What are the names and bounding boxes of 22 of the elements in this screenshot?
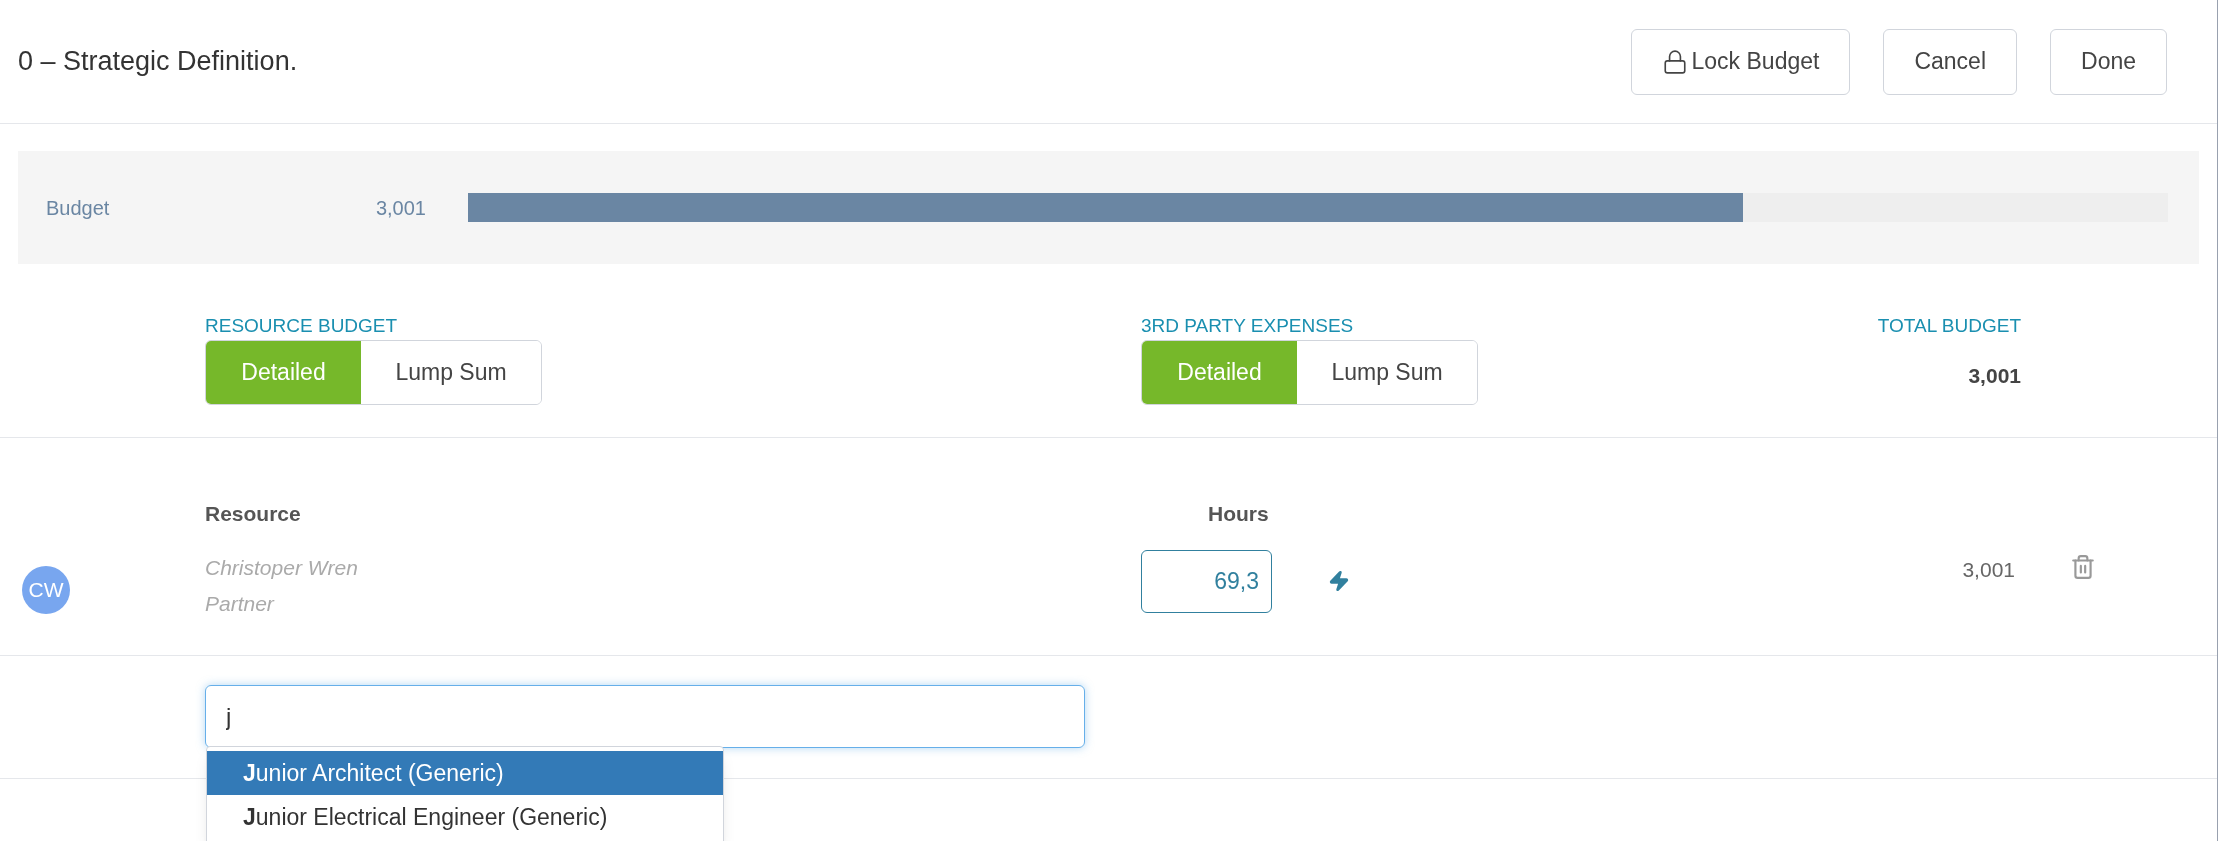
lock-budget-button[interactable]: Lock Budget: [1630, 28, 1851, 95]
suggestion-item[interactable]: Junior Architect (Generic): [207, 751, 723, 795]
budget-value: 3,001: [374, 195, 426, 221]
suggestion-item[interactable]: Junior Electrical Engineer (Generic): [207, 795, 723, 839]
lock-icon: [1661, 48, 1688, 75]
action-button[interactable]: Done: [2050, 28, 2167, 95]
bolt-icon[interactable]: [1328, 569, 1350, 592]
budget-label: Budget: [46, 195, 111, 221]
page-title: 0 – Strategic Definition.: [18, 45, 298, 79]
resource-role: Partner: [205, 590, 276, 617]
trash-icon[interactable]: [2070, 553, 2096, 580]
section-label: 3RD PARTY EXPENSES: [1141, 314, 1355, 338]
row-total: 3,001: [1961, 556, 2015, 583]
action-button[interactable]: Cancel: [1883, 28, 2017, 95]
section-label: RESOURCE BUDGET: [205, 314, 399, 338]
avatar: CW: [22, 565, 70, 614]
total-budget-value: 3,001: [1967, 363, 2021, 389]
resource-name: Christoper Wren: [205, 554, 359, 581]
hours-input[interactable]: 69,3: [1141, 549, 1272, 613]
column-header: Hours: [1208, 501, 1269, 527]
total-budget-label: TOTAL BUDGET: [1876, 314, 2021, 338]
column-header: Resource: [205, 501, 302, 527]
